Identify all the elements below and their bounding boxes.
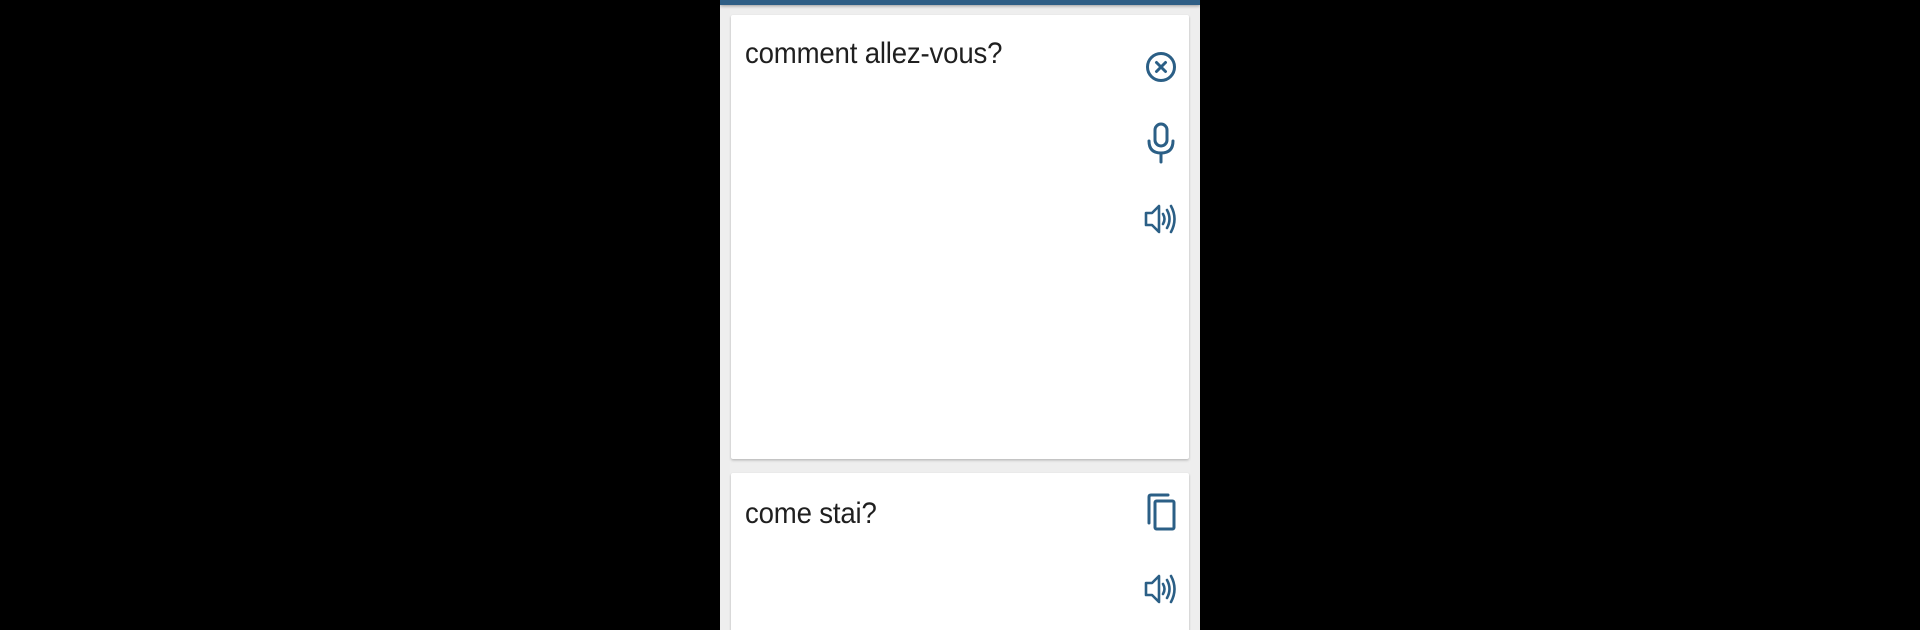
translation-text[interactable]: come stai? [745,497,877,531]
microphone-icon [1144,122,1178,164]
source-text-card[interactable]: comment allez-vous? [731,15,1189,459]
translator-app: comment allez-vous? come stai? [720,0,1200,630]
speaker-icon [1143,571,1179,607]
clear-icon [1144,50,1178,84]
clear-button[interactable] [1139,45,1183,89]
app-bar-edge [720,0,1200,5]
copy-icon [1144,493,1178,533]
microphone-button[interactable] [1139,121,1183,165]
source-speak-button[interactable] [1139,197,1183,241]
screen: comment allez-vous? come stai? [0,0,1920,630]
source-text[interactable]: comment allez-vous? [745,37,1002,71]
speaker-icon [1143,201,1179,237]
translation-card[interactable]: come stai? [731,473,1189,630]
translation-speak-button[interactable] [1139,567,1183,611]
copy-button[interactable] [1139,491,1183,535]
